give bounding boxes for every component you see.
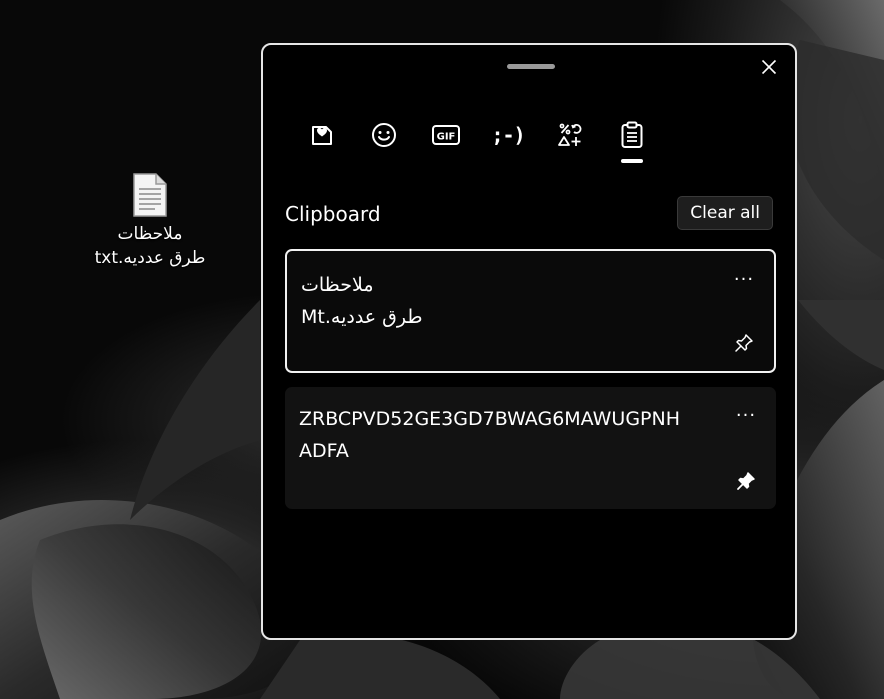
smiley-icon [372, 123, 396, 147]
close-icon [761, 59, 777, 75]
tab-clipboard[interactable] [601, 113, 663, 163]
clear-all-button[interactable]: Clear all [677, 196, 773, 230]
clipboard-icon [621, 121, 643, 148]
tab-kaomoji-favorites[interactable] [291, 113, 353, 157]
section-title: Clipboard [285, 202, 381, 226]
tab-kaomoji[interactable]: ;-) [477, 113, 539, 157]
unpin-button[interactable] [732, 467, 760, 495]
more-options-button[interactable]: ··· [732, 404, 760, 426]
close-button[interactable] [757, 55, 781, 79]
pin-button[interactable] [730, 329, 758, 357]
clipboard-item-text: ZRBCPVD52GE3GD7BWAG6MAWUGPNH ADFA [299, 408, 681, 462]
more-options-icon: ··· [735, 404, 757, 426]
desktop-file-label-line1: ملاحظات [117, 224, 183, 244]
pin-outline-icon [735, 334, 753, 352]
text-file-icon [133, 173, 167, 217]
more-options-icon: ··· [733, 268, 755, 290]
symbols-icon [558, 123, 582, 146]
kaomoji-icon: ;-) [491, 123, 525, 147]
clipboard-item-line1: ملاحظات [301, 274, 374, 296]
tab-emoji[interactable] [353, 113, 415, 157]
clipboard-item[interactable]: ملاحظات طرق عدديه.Mt ··· [285, 249, 776, 373]
tab-bar: GIF ;-) [291, 113, 663, 165]
heart-sticker-icon [312, 126, 332, 145]
clipboard-item-text: ملاحظات طرق عدديه.Mt [301, 269, 423, 333]
gif-icon: GIF [432, 125, 460, 145]
pin-filled-icon [737, 472, 755, 490]
clipboard-item[interactable]: ZRBCPVD52GE3GD7BWAG6MAWUGPNH ADFA ··· [285, 387, 776, 509]
gif-icon-text: GIF [437, 132, 456, 143]
clipboard-item-line2: طرق عدديه.Mt [301, 306, 423, 328]
more-options-button[interactable]: ··· [730, 268, 758, 290]
desktop: ملاحظات طرق عدديه.txt GIF ;-) Clipboard … [0, 0, 884, 699]
desktop-file-label-line2: طرق عدديه.txt [94, 248, 206, 268]
tab-symbols[interactable] [539, 113, 601, 157]
desktop-file-icon[interactable]: ملاحظات طرق عدديه.txt [88, 172, 212, 270]
tab-gif[interactable]: GIF [415, 113, 477, 157]
drag-handle[interactable] [507, 64, 555, 69]
clipboard-panel: GIF ;-) Clipboard Clear all ملاحظات طرق … [261, 43, 797, 640]
